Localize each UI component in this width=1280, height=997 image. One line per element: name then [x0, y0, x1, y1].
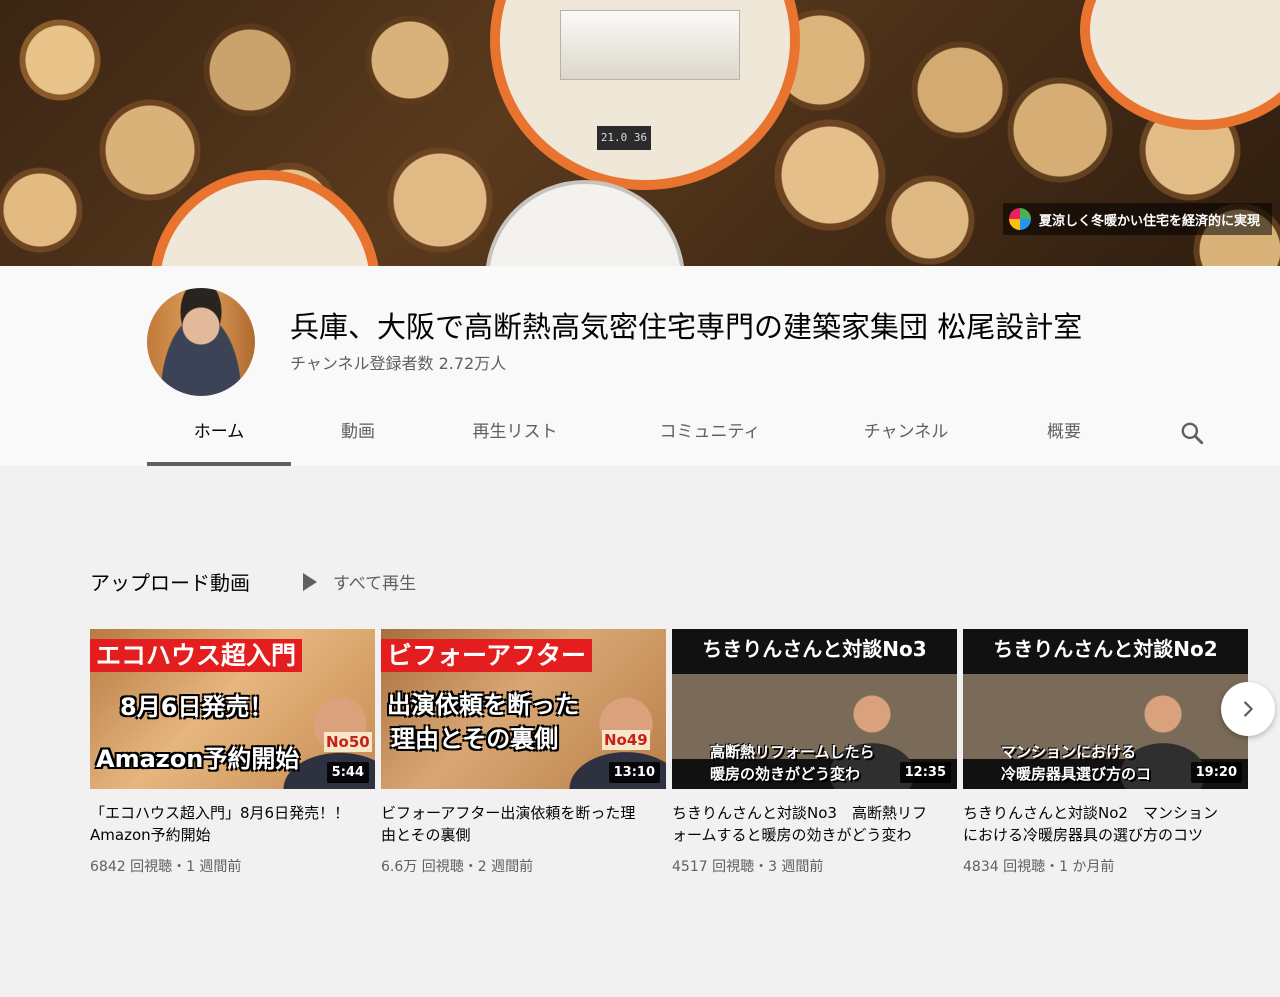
- channel-avatar[interactable]: [147, 288, 255, 396]
- video-title[interactable]: ちきりんさんと対談No2 マンションにおける冷暖房器具の選び方のコツ: [963, 802, 1248, 846]
- tab-community[interactable]: コミュニティ: [605, 400, 815, 466]
- banner-orange-ring: [150, 170, 380, 266]
- thumbnail-text: 暖房の効きがどう変わ: [710, 765, 861, 783]
- thumbnail-text: Amazon予約開始: [96, 745, 300, 773]
- banner-digital-meter: 21.0 36: [597, 126, 651, 150]
- video-thumbnail[interactable]: ちきりんさんと対談No2 マンションにおける 冷暖房器具選び方のコ 19:20: [963, 629, 1248, 789]
- video-card[interactable]: ビフォーアフター 出演依頼を断った 理由とその裏側 No49 13:10 ビフォ…: [381, 629, 666, 876]
- channel-banner: 21.0 36 夏涼しく冬暖かい住宅を経済的に実現: [0, 0, 1280, 266]
- video-title[interactable]: ビフォーアフター出演依頼を断った理由とその裏側: [381, 802, 666, 846]
- video-card[interactable]: ちきりんさんと対談No3 高断熱リフォームしたら 暖房の効きがどう変わ 12:3…: [672, 629, 957, 876]
- channel-title: 兵庫、大阪で高断熱高気密住宅専門の建築家集団 松尾設計室: [290, 310, 1083, 344]
- banner-link-text: 夏涼しく冬暖かい住宅を経済的に実現: [1039, 213, 1261, 229]
- channel-tabs: ホーム 動画 再生リスト コミュニティ チャンネル 概要: [147, 400, 1131, 466]
- banner-orange-ring: [1080, 0, 1280, 130]
- thumbnail-text: マンションにおける: [1001, 743, 1137, 761]
- video-meta: 6.6万 回視聴・2 週間前: [381, 859, 534, 875]
- thumbnail-text: 8月6日発売！: [120, 693, 274, 721]
- shelf-next-button[interactable]: [1221, 682, 1275, 736]
- section-title: アップロード動画: [90, 571, 250, 595]
- tab-about[interactable]: 概要: [997, 400, 1131, 466]
- thumbnail-text: ちきりんさんと対談No3: [702, 637, 927, 661]
- thumbnail-text: ちきりんさんと対談No2: [993, 637, 1218, 661]
- video-duration: 5:44: [326, 762, 369, 783]
- banner-link[interactable]: 夏涼しく冬暖かい住宅を経済的に実現: [1003, 203, 1273, 235]
- tab-playlists[interactable]: 再生リスト: [425, 400, 605, 466]
- thumbnail-text: ビフォーアフター: [381, 639, 593, 672]
- website-globe-icon: [1009, 208, 1031, 230]
- thumbnail-text: 高断熱リフォームしたら: [710, 743, 875, 761]
- tab-videos[interactable]: 動画: [291, 400, 425, 466]
- video-duration: 12:35: [899, 762, 951, 783]
- thumbnail-text: 冷暖房器具選び方のコ: [1001, 765, 1152, 783]
- play-all-label: すべて再生: [333, 574, 417, 594]
- thumbnail-text: エコハウス超入門: [90, 639, 303, 672]
- video-thumbnail[interactable]: ビフォーアフター 出演依頼を断った 理由とその裏側 No49 13:10: [381, 629, 666, 789]
- episode-badge: No50: [324, 732, 372, 752]
- video-duration: 13:10: [608, 762, 660, 783]
- subscriber-count: チャンネル登録者数 2.72万人: [290, 354, 507, 373]
- channel-header: 兵庫、大阪で高断熱高気密住宅専門の建築家集団 松尾設計室 チャンネル登録者数 2…: [0, 266, 1280, 466]
- video-card[interactable]: エコハウス超入門 8月6日発売！ Amazon予約開始 No50 5:44 「エ…: [90, 629, 375, 876]
- video-card[interactable]: ちきりんさんと対談No2 マンションにおける 冷暖房器具選び方のコ 19:20 …: [963, 629, 1248, 876]
- banner-thermometer-dial: [485, 180, 685, 266]
- chevron-right-icon: [1244, 701, 1253, 717]
- video-meta: 4834 回視聴・1 か月前: [963, 859, 1115, 875]
- search-icon: [1181, 422, 1204, 445]
- video-thumbnail[interactable]: エコハウス超入門 8月6日発売！ Amazon予約開始 No50 5:44: [90, 629, 375, 789]
- thumbnail-text: 理由とその裏側: [391, 725, 559, 753]
- video-meta: 6842 回視聴・1 週間前: [90, 859, 242, 875]
- channel-search-button[interactable]: [1175, 416, 1209, 450]
- tab-home[interactable]: ホーム: [147, 400, 291, 466]
- play-icon: [303, 572, 317, 591]
- video-duration: 19:20: [1190, 762, 1242, 783]
- episode-badge: No49: [602, 730, 650, 750]
- video-meta: 4517 回視聴・3 週間前: [672, 859, 824, 875]
- thumbnail-text: 出演依頼を断った: [387, 691, 579, 719]
- banner-house-model: [560, 10, 740, 80]
- video-thumbnail[interactable]: ちきりんさんと対談No3 高断熱リフォームしたら 暖房の効きがどう変わ 12:3…: [672, 629, 957, 789]
- video-title[interactable]: ちきりんさんと対談No3 高断熱リフォームすると暖房の効きがどう変わる？: [672, 802, 957, 846]
- play-all-button[interactable]: すべて再生: [303, 569, 416, 594]
- tab-channels[interactable]: チャンネル: [815, 400, 997, 466]
- video-title[interactable]: 「エコハウス超入門」8月6日発売！！Amazon予約開始: [90, 802, 375, 846]
